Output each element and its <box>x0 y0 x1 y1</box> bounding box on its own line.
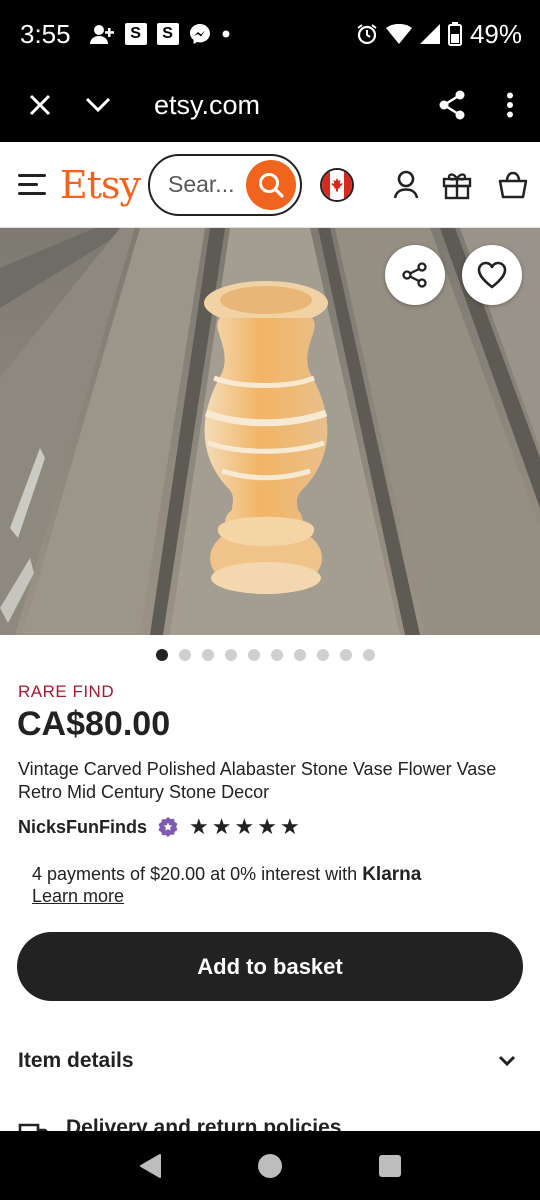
canada-flag-icon[interactable] <box>319 167 354 202</box>
search-placeholder: Sear... <box>167 171 235 197</box>
carousel-dot[interactable] <box>155 649 168 661</box>
site-header: Etsy Sear... <box>0 142 540 228</box>
share-icon[interactable] <box>424 90 480 120</box>
notification-icons: S S <box>89 23 231 45</box>
product-image[interactable] <box>0 228 540 635</box>
star-icon: ★ <box>211 814 232 839</box>
shop-row: NicksFunFinds ★ ★ ★ ★ ★ <box>18 816 300 838</box>
status-time: 3:55 <box>20 18 71 49</box>
carousel-dot[interactable] <box>178 649 191 661</box>
carousel-dot[interactable] <box>316 649 329 661</box>
s-app-icon-2: S <box>156 23 179 45</box>
person-add-icon <box>89 25 114 44</box>
dot-icon <box>222 30 230 38</box>
browser-toolbar: etsy.com <box>0 68 540 142</box>
learn-more-link[interactable]: Learn more <box>32 886 124 907</box>
star-icon: ★ <box>189 814 209 839</box>
etsy-logo[interactable]: Etsy <box>60 163 141 207</box>
more-vert-icon[interactable] <box>480 92 540 118</box>
wifi-icon <box>385 24 412 44</box>
back-icon[interactable] <box>138 1153 162 1179</box>
chevron-down-icon[interactable] <box>80 97 116 113</box>
account-icon[interactable] <box>392 170 420 200</box>
recents-icon[interactable] <box>378 1154 402 1178</box>
system-icons: 49% <box>356 19 522 50</box>
basket-icon[interactable] <box>498 171 528 199</box>
carousel-dot[interactable] <box>201 649 214 661</box>
close-icon[interactable] <box>0 93 80 117</box>
klarna-payments: 4 payments of $20.00 at 0% interest with <box>32 864 358 884</box>
item-details-label: Item details <box>18 1049 134 1072</box>
klarna-text: 4 payments of $20.00 at 0% interest with… <box>32 864 421 886</box>
battery-percent: 49% <box>469 18 522 49</box>
shop-name-link[interactable]: NicksFunFinds <box>18 817 147 838</box>
s-app-icon: S <box>124 23 147 45</box>
carousel-dot[interactable] <box>247 649 260 661</box>
gift-icon[interactable] <box>442 170 472 200</box>
signal-icon <box>419 24 440 44</box>
star-icon: ★ <box>257 814 277 839</box>
search-icon <box>258 172 284 198</box>
carousel-dot[interactable] <box>224 649 237 661</box>
star-icon: ★ <box>234 814 255 839</box>
carousel-dot[interactable] <box>362 649 375 661</box>
system-nav-bar <box>0 1131 540 1200</box>
heart-icon <box>477 261 507 289</box>
status-bar: 3:55 S S 49% <box>0 0 540 68</box>
carousel-dot[interactable] <box>270 649 283 661</box>
alarm-icon <box>357 24 377 45</box>
rating-stars: ★ ★ ★ ★ ★ <box>189 816 300 838</box>
search-field[interactable]: Sear... <box>147 153 302 216</box>
search-button[interactable] <box>245 159 296 210</box>
item-details-accordion[interactable]: Item details <box>18 1046 524 1076</box>
image-carousel-dots <box>0 649 540 661</box>
favorite-button[interactable] <box>462 245 522 305</box>
menu-icon[interactable] <box>18 174 46 195</box>
chevron-down-icon <box>498 1055 516 1067</box>
product-title: Vintage Carved Polished Alabaster Stone … <box>18 759 497 802</box>
rare-find-badge: RARE FIND <box>18 682 115 701</box>
url-text[interactable]: etsy.com <box>154 90 260 121</box>
star-seller-badge-icon <box>158 817 178 837</box>
carousel-dot[interactable] <box>293 649 306 661</box>
klarna-logo: Klarna <box>362 864 422 885</box>
battery-icon <box>447 22 462 46</box>
star-icon: ★ <box>279 814 300 839</box>
carousel-dot[interactable] <box>339 649 352 661</box>
share-button[interactable] <box>385 245 445 305</box>
add-to-basket-button[interactable]: Add to basket <box>17 932 523 1001</box>
share-icon <box>402 262 427 288</box>
home-icon[interactable] <box>257 1153 283 1179</box>
messenger-icon <box>189 24 210 44</box>
product-price: CA$80.00 <box>17 705 171 743</box>
